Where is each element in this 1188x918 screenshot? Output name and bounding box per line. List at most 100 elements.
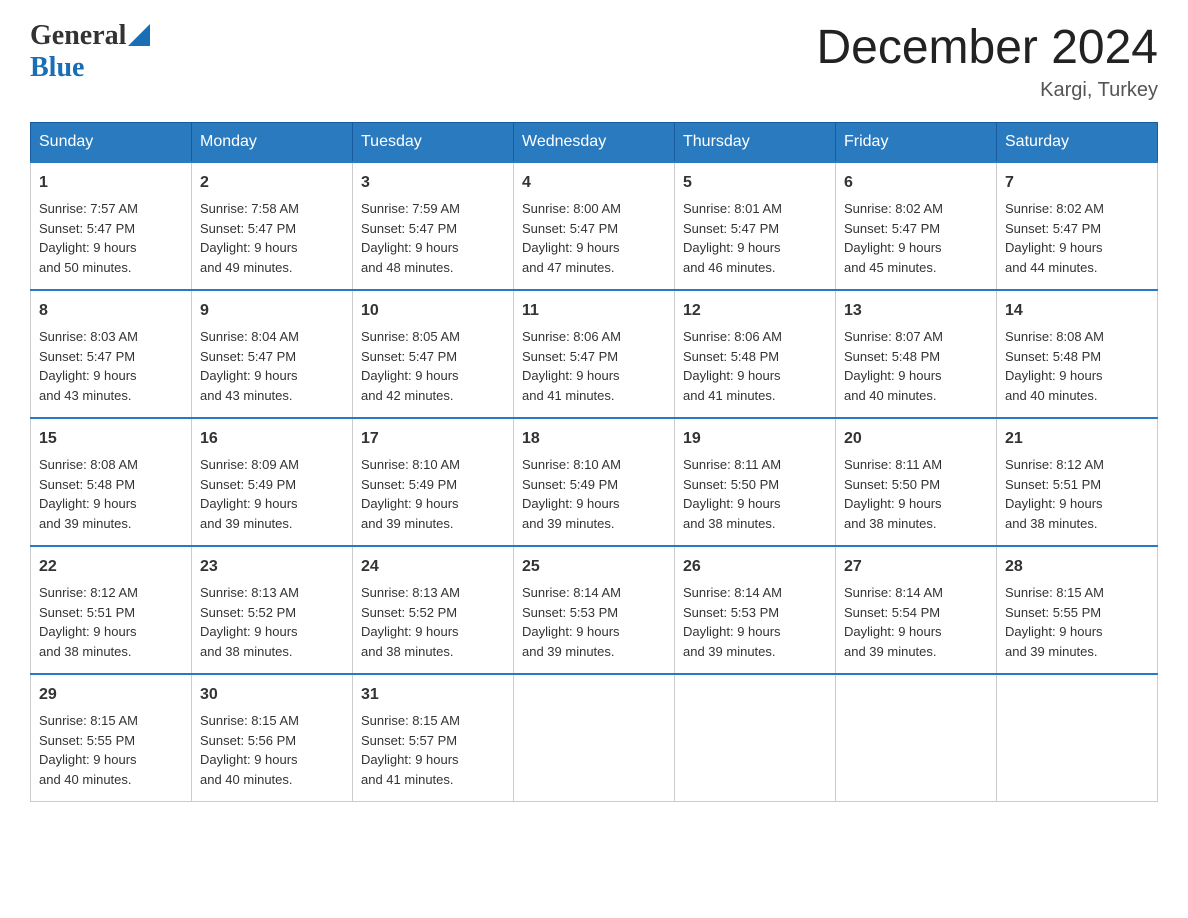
calendar-cell (997, 674, 1158, 802)
day-number: 6 (844, 171, 988, 195)
daylight-minutes: and 39 minutes. (683, 644, 776, 659)
weekday-header-saturday: Saturday (997, 123, 1158, 163)
location: Kargi, Turkey (816, 79, 1158, 102)
daylight: Daylight: 9 hours (200, 240, 298, 255)
day-number: 2 (200, 171, 344, 195)
day-number: 15 (39, 427, 183, 451)
calendar-cell: 5Sunrise: 8:01 AMSunset: 5:47 PMDaylight… (675, 162, 836, 290)
daylight-minutes: and 50 minutes. (39, 260, 132, 275)
daylight-minutes: and 45 minutes. (844, 260, 937, 275)
calendar-week-5: 29Sunrise: 8:15 AMSunset: 5:55 PMDayligh… (31, 674, 1158, 802)
daylight: Daylight: 9 hours (844, 496, 942, 511)
daylight-minutes: and 40 minutes. (1005, 388, 1098, 403)
day-number: 20 (844, 427, 988, 451)
weekday-header-thursday: Thursday (675, 123, 836, 163)
sunset: Sunset: 5:47 PM (522, 349, 618, 364)
calendar-cell: 13Sunrise: 8:07 AMSunset: 5:48 PMDayligh… (836, 290, 997, 418)
daylight-minutes: and 39 minutes. (1005, 644, 1098, 659)
sunrise: Sunrise: 8:01 AM (683, 201, 782, 216)
daylight-minutes: and 49 minutes. (200, 260, 293, 275)
sunrise: Sunrise: 8:14 AM (522, 585, 621, 600)
daylight: Daylight: 9 hours (522, 240, 620, 255)
daylight: Daylight: 9 hours (361, 752, 459, 767)
day-number: 18 (522, 427, 666, 451)
day-number: 23 (200, 555, 344, 579)
daylight: Daylight: 9 hours (1005, 240, 1103, 255)
calendar-cell: 18Sunrise: 8:10 AMSunset: 5:49 PMDayligh… (514, 418, 675, 546)
day-number: 31 (361, 683, 505, 707)
daylight-minutes: and 42 minutes. (361, 388, 454, 403)
sunrise: Sunrise: 8:15 AM (39, 713, 138, 728)
sunset: Sunset: 5:48 PM (683, 349, 779, 364)
sunrise: Sunrise: 8:00 AM (522, 201, 621, 216)
calendar-cell: 6Sunrise: 8:02 AMSunset: 5:47 PMDaylight… (836, 162, 997, 290)
calendar-cell: 10Sunrise: 8:05 AMSunset: 5:47 PMDayligh… (353, 290, 514, 418)
day-number: 3 (361, 171, 505, 195)
daylight-minutes: and 39 minutes. (522, 516, 615, 531)
sunset: Sunset: 5:47 PM (522, 221, 618, 236)
daylight-minutes: and 41 minutes. (361, 772, 454, 787)
sunrise: Sunrise: 8:15 AM (361, 713, 460, 728)
day-number: 1 (39, 171, 183, 195)
sunset: Sunset: 5:51 PM (39, 605, 135, 620)
daylight-minutes: and 48 minutes. (361, 260, 454, 275)
daylight-minutes: and 41 minutes. (522, 388, 615, 403)
day-number: 16 (200, 427, 344, 451)
weekday-header-friday: Friday (836, 123, 997, 163)
daylight-minutes: and 40 minutes. (844, 388, 937, 403)
daylight-minutes: and 38 minutes. (1005, 516, 1098, 531)
daylight: Daylight: 9 hours (522, 496, 620, 511)
day-number: 10 (361, 299, 505, 323)
sunset: Sunset: 5:52 PM (200, 605, 296, 620)
calendar-cell: 15Sunrise: 8:08 AMSunset: 5:48 PMDayligh… (31, 418, 192, 546)
calendar-cell: 29Sunrise: 8:15 AMSunset: 5:55 PMDayligh… (31, 674, 192, 802)
calendar-cell: 2Sunrise: 7:58 AMSunset: 5:47 PMDaylight… (192, 162, 353, 290)
daylight-minutes: and 38 minutes. (39, 644, 132, 659)
sunset: Sunset: 5:48 PM (844, 349, 940, 364)
weekday-header-row: SundayMondayTuesdayWednesdayThursdayFrid… (31, 123, 1158, 163)
sunset: Sunset: 5:53 PM (522, 605, 618, 620)
daylight: Daylight: 9 hours (844, 368, 942, 383)
day-number: 12 (683, 299, 827, 323)
sunset: Sunset: 5:48 PM (1005, 349, 1101, 364)
daylight-minutes: and 39 minutes. (200, 516, 293, 531)
daylight: Daylight: 9 hours (683, 496, 781, 511)
daylight: Daylight: 9 hours (200, 368, 298, 383)
sunrise: Sunrise: 8:15 AM (1005, 585, 1104, 600)
sunset: Sunset: 5:52 PM (361, 605, 457, 620)
calendar-table: SundayMondayTuesdayWednesdayThursdayFrid… (30, 122, 1158, 802)
sunset: Sunset: 5:47 PM (844, 221, 940, 236)
sunrise: Sunrise: 8:13 AM (361, 585, 460, 600)
sunrise: Sunrise: 8:07 AM (844, 329, 943, 344)
daylight-minutes: and 38 minutes. (844, 516, 937, 531)
daylight: Daylight: 9 hours (361, 624, 459, 639)
daylight: Daylight: 9 hours (1005, 496, 1103, 511)
daylight: Daylight: 9 hours (200, 624, 298, 639)
sunrise: Sunrise: 8:14 AM (683, 585, 782, 600)
day-number: 22 (39, 555, 183, 579)
calendar-cell: 14Sunrise: 8:08 AMSunset: 5:48 PMDayligh… (997, 290, 1158, 418)
calendar-cell: 21Sunrise: 8:12 AMSunset: 5:51 PMDayligh… (997, 418, 1158, 546)
sunrise: Sunrise: 8:11 AM (683, 457, 781, 472)
sunrise: Sunrise: 8:02 AM (1005, 201, 1104, 216)
daylight-minutes: and 43 minutes. (200, 388, 293, 403)
calendar-cell: 1Sunrise: 7:57 AMSunset: 5:47 PMDaylight… (31, 162, 192, 290)
sunrise: Sunrise: 8:12 AM (1005, 457, 1104, 472)
sunset: Sunset: 5:49 PM (361, 477, 457, 492)
daylight: Daylight: 9 hours (39, 752, 137, 767)
daylight-minutes: and 38 minutes. (361, 644, 454, 659)
sunset: Sunset: 5:57 PM (361, 733, 457, 748)
sunrise: Sunrise: 8:06 AM (522, 329, 621, 344)
daylight: Daylight: 9 hours (361, 240, 459, 255)
sunset: Sunset: 5:51 PM (1005, 477, 1101, 492)
calendar-cell: 16Sunrise: 8:09 AMSunset: 5:49 PMDayligh… (192, 418, 353, 546)
calendar-cell (514, 674, 675, 802)
daylight-minutes: and 38 minutes. (200, 644, 293, 659)
sunset: Sunset: 5:47 PM (361, 349, 457, 364)
page-header: General Blue December 2024 Kargi, Turkey (30, 20, 1158, 102)
sunrise: Sunrise: 8:08 AM (39, 457, 138, 472)
daylight: Daylight: 9 hours (361, 496, 459, 511)
daylight: Daylight: 9 hours (522, 368, 620, 383)
day-number: 29 (39, 683, 183, 707)
daylight-minutes: and 39 minutes. (39, 516, 132, 531)
